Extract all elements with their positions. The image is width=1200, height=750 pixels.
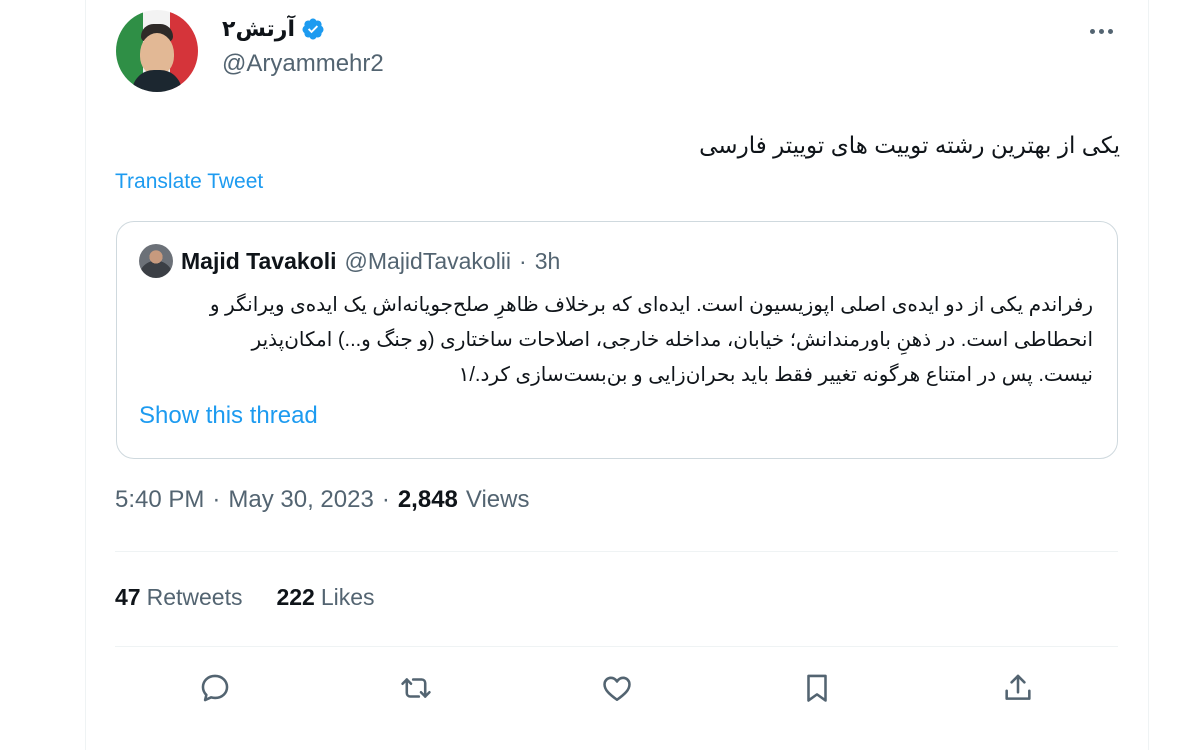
- translate-tweet-link[interactable]: Translate Tweet: [115, 170, 263, 194]
- author-handle[interactable]: @Aryammehr2: [222, 50, 384, 78]
- quoted-separator: ·: [519, 247, 527, 274]
- author-display-name[interactable]: آرتش۲: [222, 16, 295, 42]
- more-dot: [1098, 28, 1104, 34]
- likes-label: Likes: [320, 584, 375, 610]
- like-button[interactable]: [597, 668, 637, 708]
- more-dot: [1107, 28, 1113, 34]
- avatar-collar: [132, 70, 182, 92]
- bookmark-button[interactable]: [797, 668, 837, 708]
- retweets-count: 47: [115, 584, 141, 610]
- retweet-button[interactable]: [396, 668, 436, 708]
- share-button[interactable]: [998, 668, 1038, 708]
- share-icon: [1005, 674, 1031, 700]
- views-count: 2,848: [397, 486, 458, 513]
- retweet-icon: [401, 678, 431, 698]
- show-thread-link[interactable]: Show this thread: [139, 402, 318, 430]
- quoted-tweet-text: رفراندم یکی از دو ایده‌ی اصلی اپوزیسیون …: [139, 288, 1093, 393]
- tweet-text: یکی از بهترین رشته توییت های توییتر فارس…: [699, 132, 1120, 158]
- views-label: Views: [465, 486, 530, 513]
- divider: [115, 551, 1118, 552]
- quoted-author-name[interactable]: Majid Tavakoli: [181, 248, 337, 275]
- tweet-meta-row: 5:40 PM · May 30, 2023 · 2,848 Views: [115, 486, 529, 514]
- quoted-tweet-card[interactable]: Majid Tavakoli @MajidTavakolii · 3h رفرا…: [116, 221, 1118, 459]
- tweet-time[interactable]: 5:40 PM: [115, 486, 204, 514]
- quoted-text-line: رفراندم یکی از دو ایده‌ی اصلی اپوزیسیون …: [209, 294, 1093, 316]
- quoted-tweet-header: Majid Tavakoli @MajidTavakolii · 3h: [139, 244, 561, 278]
- avatar-face: [140, 33, 174, 75]
- likes-count: 222: [276, 584, 315, 610]
- verified-badge-icon: [302, 18, 324, 40]
- divider: [115, 646, 1118, 647]
- tweet-date[interactable]: May 30, 2023: [228, 486, 373, 514]
- like-icon: [603, 676, 631, 702]
- timeline-left-border: [85, 0, 86, 750]
- retweets-stat[interactable]: 47 Retweets: [115, 584, 242, 611]
- timeline-right-border: [1148, 0, 1149, 750]
- reply-icon: [201, 674, 229, 702]
- retweets-label: Retweets: [146, 584, 243, 610]
- quoted-timestamp[interactable]: 3h: [535, 248, 561, 275]
- quoted-text-line: انحطاطی است. در ذهنِ باورمندانش؛ خیابان،…: [251, 329, 1093, 351]
- more-horizontal-icon[interactable]: [1086, 18, 1116, 44]
- author-name-row[interactable]: آرتش۲: [222, 14, 325, 44]
- meta-separator: ·: [212, 486, 221, 513]
- reply-button[interactable]: [195, 668, 235, 708]
- tweet-actions: [0, 668, 1200, 708]
- quoted-text-line: نیست. پس در امتناع هرگونه تغییر فقط باید…: [458, 364, 1093, 386]
- author-avatar[interactable]: [116, 10, 198, 92]
- bookmark-icon: [807, 674, 827, 702]
- quoted-author-handle[interactable]: @MajidTavakolii: [345, 248, 512, 275]
- engagement-stats: 47 Retweets 222 Likes: [115, 584, 375, 611]
- likes-stat[interactable]: 222 Likes: [276, 584, 374, 611]
- quoted-author-avatar[interactable]: [139, 244, 173, 278]
- more-dot: [1089, 28, 1095, 34]
- meta-separator: ·: [381, 486, 390, 513]
